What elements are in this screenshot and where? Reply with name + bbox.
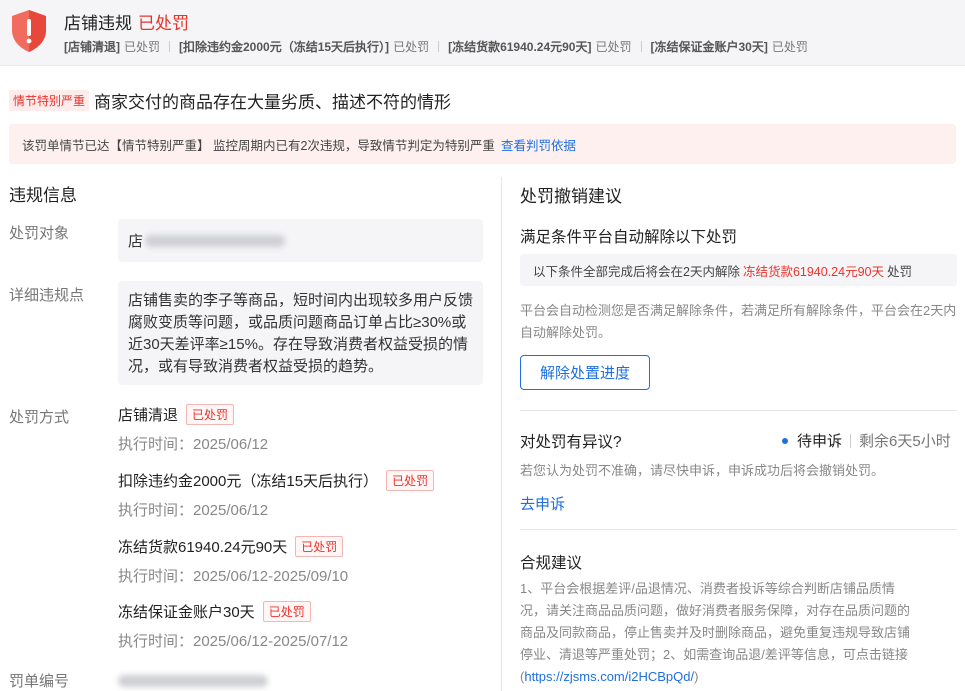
penalty-name: 扣除违约金2000元（冻结15天后执行） [118,473,379,490]
penalty-status-tag: 已处罚 [295,536,344,557]
summary-label: [冻结货款61940.24元90天] [448,40,592,54]
column-divider [501,177,502,691]
appeal-status: 待申诉 剩余6天5小时 [782,430,951,451]
compliance-link-line: (https://zjsms.com/i2HCBpQd/) [520,666,957,688]
compliance-line: 商品及同款商品，停止售卖并及时删除商品，避免重复违规导致店铺 [520,625,911,640]
divider [520,410,957,411]
view-judgement-basis-link[interactable]: 查看判罚依据 [501,135,576,154]
appeal-desc: 若您认为处罚不准确，请尽快申诉，申诉成功后将会撤销处罚。 [520,463,885,478]
penalty-name: 冻结保证金账户30天 [118,604,255,621]
release-progress-button[interactable]: 解除处置进度 [520,355,650,390]
penalty-item: 冻结货款61940.24元90天 已处罚 执行时间：2025/06/12-2025… [118,536,348,586]
status-dot-icon [782,437,788,444]
compliance-line: 1、平台会根据差评/品退情况、消费者投诉等综合判断店铺品质情 [520,581,895,596]
condition-suffix: 处罚 [887,264,913,279]
auto-release-desc: 平台会自动检测您是否满足解除条件，若满足所有解除条件，平台会在2天内自动解除处罚… [520,303,957,340]
shield-alert-icon [12,10,46,52]
divider [520,529,957,530]
redacted-ticket-number [118,675,268,687]
penalty-status-tag: 已处罚 [262,601,311,622]
penalty-header: 店铺违规 已处罚 [店铺清退] 已处罚 [扣除违约金2000元（冻结15天后执行… [0,0,965,66]
reason-text: 商家交付的商品存在大量劣质、描述不符的情形 [94,93,452,112]
penalty-name: 店铺清退 [118,407,179,424]
severity-tag: 情节特别严重 [9,90,90,111]
violation-reason: 情节特别严重 商家交付的商品存在大量劣质、描述不符的情形 [9,88,451,113]
appeal-title: 对处罚有异议? [520,434,622,451]
release-condition-box: 以下条件全部完成后将会在2天内解除 冻结货款61940.24元90天 处罚 [520,254,957,286]
detail-label: 详细违规点 [9,287,85,304]
page-title: 店铺违规 [64,14,132,33]
penalty-name: 冻结货款61940.24元90天 [118,539,288,556]
penalty-status: 已处罚 [138,14,189,33]
ticket-number-label: 罚单编号 [9,673,70,690]
appeal-status-text: 待申诉 [797,433,843,450]
alert-text: 该罚单情节已达【情节特别严重】 监控周期内已有2次违规，导致情节判定为特别严重 [22,138,495,153]
divider [169,41,171,52]
penalty-time: 执行时间：2025/06/12 [118,502,269,519]
method-label: 处罚方式 [9,409,70,426]
appeal-remaining-time: 剩余6天5小时 [859,433,951,450]
condition-highlight: 冻结货款61940.24元90天 [742,264,884,279]
penalty-summary: [店铺清退] 已处罚 [扣除违约金2000元（冻结15天后执行）] 已处罚 [冻… [64,38,808,55]
summary-status: 已处罚 [595,40,632,54]
severity-alert: 该罚单情节已达【情节特别严重】 监控周期内已有2次违规，导致情节判定为特别严重 … [9,124,956,164]
redacted-text [145,234,286,247]
summary-status: 已处罚 [393,40,430,54]
summary-label: [冻结保证金账户30天] [650,40,768,54]
divider [640,41,642,52]
summary-status: 已处罚 [771,40,808,54]
compliance-title: 合规建议 [520,555,583,572]
penalty-item: 扣除违约金2000元（冻结15天后执行） 已处罚 执行时间：2025/06/12 [118,470,435,520]
summary-label: [扣除违约金2000元（冻结15天后执行）] [179,40,390,54]
target-value: 店 [128,233,144,250]
revoke-suggestion-title: 处罚撤销建议 [520,187,622,206]
target-label: 处罚对象 [9,225,70,242]
condition-text: 以下条件全部完成后将会在2天内解除 [533,264,740,279]
penalty-time: 执行时间：2025/06/12-2025/09/10 [118,568,349,585]
divider [850,433,852,448]
target-value-box: 店 [118,219,483,262]
penalty-status-tag: 已处罚 [386,470,435,491]
penalty-time: 执行时间：2025/06/12-2025/07/12 [118,633,349,650]
penalty-item: 店铺清退 已处罚 执行时间：2025/06/12 [118,404,268,454]
violation-info-title: 违规信息 [9,186,77,205]
link-paren: ) [694,669,699,684]
quality-query-link[interactable]: https://zjsms.com/i2HCBpQd/ [524,669,694,684]
penalty-status-tag: 已处罚 [186,404,235,425]
compliance-text: 1、平台会根据差评/品退情况、消费者投诉等综合判断店铺品质情 况，请关注商品品质… [520,578,957,688]
penalty-item: 冻结保证金账户30天 已处罚 执行时间：2025/06/12-2025/07/12 [118,601,348,651]
summary-status: 已处罚 [124,40,161,54]
go-appeal-link[interactable]: 去申诉 [520,493,565,514]
divider [438,41,440,52]
auto-release-title: 满足条件平台自动解除以下处罚 [520,229,738,246]
detail-text: 店铺售卖的李子等商品，短时间内出现较多用户反馈腐败变质等问题，或品质问题商品订单… [118,281,483,385]
compliance-line: 况，请关注商品品质问题，做好消费者服务保障，对存在品质问题的 [520,603,911,618]
summary-label: [店铺清退] [64,40,120,54]
compliance-line: 停业、清退等严重处罚；2、如需查询品退/差评等信息，可点击链接 [520,647,908,662]
penalty-time: 执行时间：2025/06/12 [118,436,269,453]
